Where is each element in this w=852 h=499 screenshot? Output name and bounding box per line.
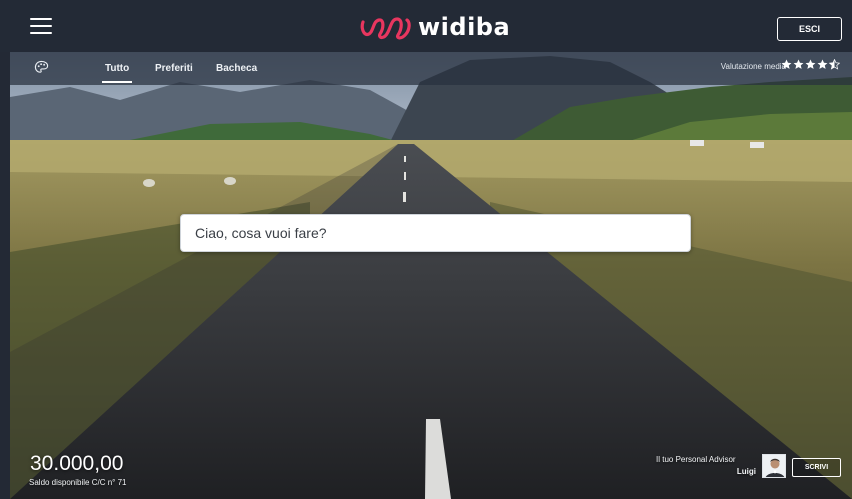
balance-amount[interactable]: 30.000,00 (30, 452, 123, 476)
widiba-logo-icon (360, 17, 411, 40)
palette-icon[interactable] (34, 60, 49, 75)
top-bar: widiba ESCI (0, 0, 852, 52)
hamburger-menu-icon[interactable] (30, 17, 52, 35)
tab-label: Tutto (105, 63, 130, 74)
advisor-avatar[interactable] (762, 454, 786, 478)
chat-input[interactable] (180, 214, 691, 252)
tab-preferiti[interactable]: Preferiti (155, 52, 193, 85)
tab-label: Preferiti (155, 63, 193, 74)
write-advisor-button[interactable]: SCRIVI (792, 458, 841, 477)
star-full-icon (805, 59, 816, 69)
brand-logo[interactable]: widiba (360, 12, 520, 42)
balance-caption: Saldo disponibile C/C n° 71 (29, 478, 127, 487)
road-landscape-background (10, 52, 852, 499)
star-half-icon (829, 59, 840, 70)
advisor-name: Luigi (736, 467, 756, 476)
star-full-icon (781, 59, 792, 69)
brand-name: widiba (418, 13, 511, 41)
sub-navigation-bar: Tutto Preferiti Bacheca Valutazione medi… (10, 52, 852, 85)
person-icon (763, 455, 785, 477)
logout-button[interactable]: ESCI (777, 17, 842, 41)
star-full-icon (793, 59, 804, 69)
tab-tutto[interactable]: Tutto (101, 52, 133, 85)
rating-label: Valutazione media (720, 62, 786, 71)
tab-label: Bacheca (216, 63, 258, 74)
rating-stars (781, 59, 840, 70)
main-scene: Tutto Preferiti Bacheca Valutazione medi… (10, 52, 852, 499)
star-full-icon (817, 59, 828, 69)
advisor-title: Il tuo Personal Advisor (656, 455, 736, 464)
tab-bacheca[interactable]: Bacheca (216, 52, 257, 85)
